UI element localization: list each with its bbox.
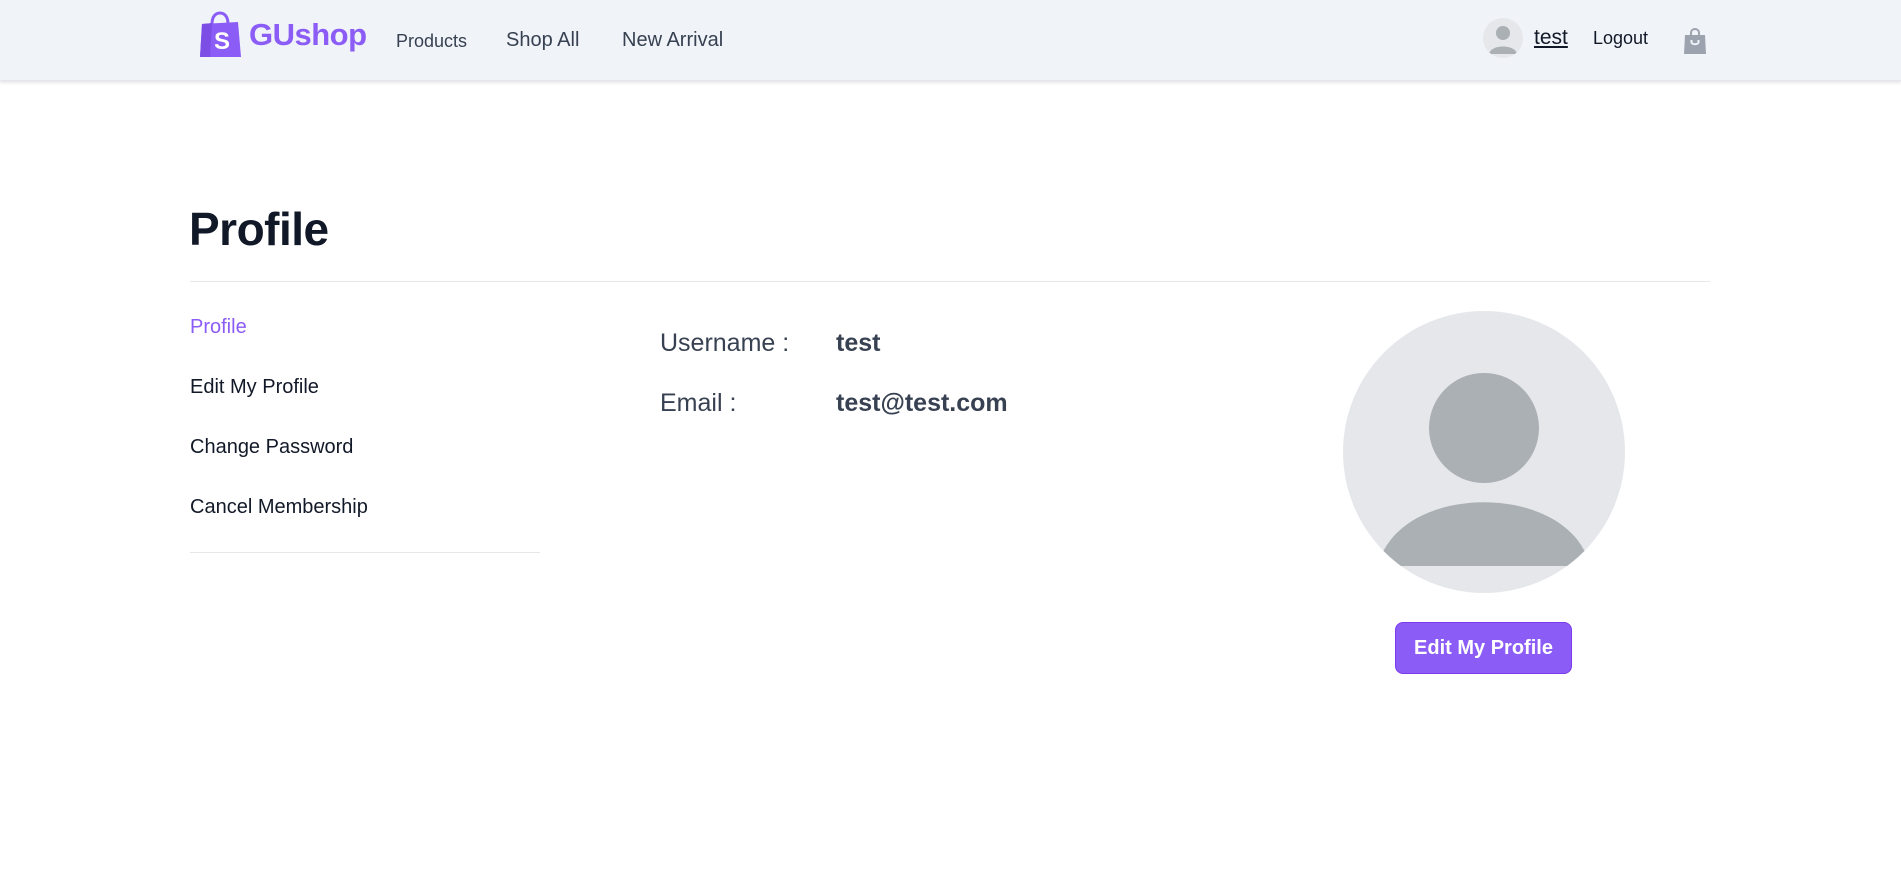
user-avatar[interactable] xyxy=(1483,18,1523,58)
nav-new-arrival[interactable]: New Arrival xyxy=(622,29,723,52)
site-header: S GUshop Products Shop All New Arrival t… xyxy=(0,0,1901,81)
brand-name: GUshop xyxy=(249,17,367,52)
username-label: Username : xyxy=(660,329,790,357)
nav-shop-all[interactable]: Shop All xyxy=(506,29,579,52)
shopping-bag-logo-icon: S xyxy=(200,11,241,57)
brand-logo[interactable]: S GUshop xyxy=(198,11,367,59)
edit-my-profile-button[interactable]: Edit My Profile xyxy=(1395,622,1572,674)
user-avatar-icon xyxy=(1378,373,1590,566)
email-value: test@test.com xyxy=(836,389,1008,417)
sidebar-item-edit-my-profile[interactable]: Edit My Profile xyxy=(190,376,319,399)
username-value: test xyxy=(836,329,881,357)
page-title: Profile xyxy=(189,203,329,255)
sidebar-item-cancel-membership[interactable]: Cancel Membership xyxy=(190,496,368,519)
shopping-bag-icon[interactable] xyxy=(1683,27,1707,55)
username-link[interactable]: test xyxy=(1534,26,1568,50)
nav-products[interactable]: Products xyxy=(396,31,467,52)
title-divider xyxy=(190,281,1710,282)
svg-text:S: S xyxy=(214,28,230,55)
sidebar-divider xyxy=(190,552,540,553)
profile-avatar xyxy=(1343,311,1625,593)
user-avatar-icon xyxy=(1489,26,1517,54)
email-label: Email : xyxy=(660,389,737,417)
sidebar-item-change-password[interactable]: Change Password xyxy=(190,436,353,459)
logout-link[interactable]: Logout xyxy=(1593,28,1648,49)
sidebar-item-profile[interactable]: Profile xyxy=(190,316,247,339)
